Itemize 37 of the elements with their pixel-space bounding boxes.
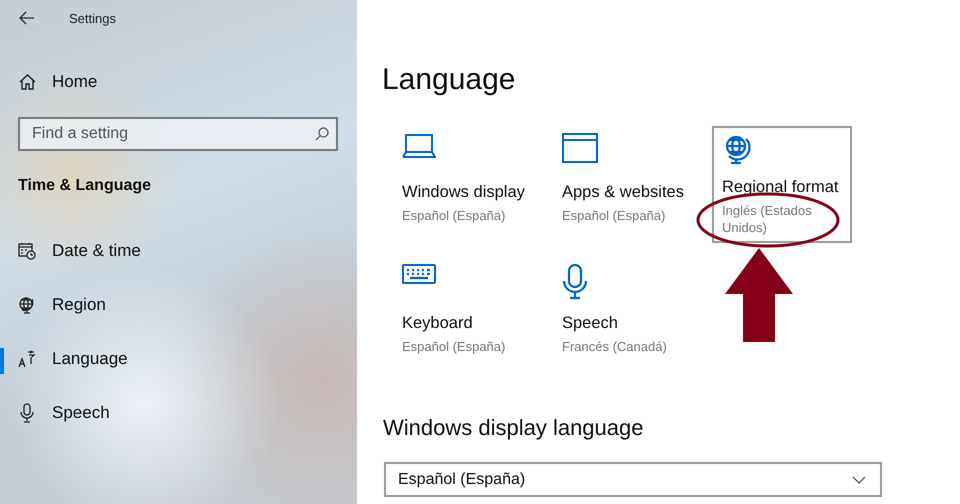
language-icon xyxy=(18,350,36,368)
settings-tile[interactable]: Speech Francés (Canadá) xyxy=(552,257,692,374)
home-link[interactable]: Home xyxy=(19,71,357,93)
tile-subtitle: Español (España) xyxy=(402,338,506,355)
tile-subtitle: Español (España) xyxy=(402,207,506,224)
microphone-icon xyxy=(20,403,34,423)
keyboard-icon xyxy=(402,264,436,284)
sidebar-item[interactable]: Language xyxy=(0,332,357,386)
home-icon xyxy=(19,74,36,90)
chevron-down-icon xyxy=(852,476,866,484)
section-heading: Windows display language xyxy=(383,415,644,441)
sidebar-item[interactable]: Date & time xyxy=(0,224,357,278)
search-icon[interactable] xyxy=(315,127,329,141)
search-field[interactable]: Find a setting xyxy=(18,117,338,151)
settings-tile[interactable]: Regional format Inglés (Estados Unidos) xyxy=(712,126,852,243)
window-title: Settings xyxy=(69,10,116,26)
back-icon[interactable] xyxy=(19,11,35,25)
tile-title: Speech xyxy=(562,314,619,333)
tile-subtitle: Francés (Canadá) xyxy=(562,338,668,355)
tile-title: Keyboard xyxy=(402,314,474,333)
section-title: Time & Language xyxy=(18,177,152,195)
sidebar-item[interactable]: Speech xyxy=(0,386,357,440)
laptop-icon xyxy=(402,133,436,159)
tile-subtitle: Inglés (Estados Unidos) xyxy=(722,202,813,236)
microphone-icon xyxy=(562,264,588,300)
page-title: Language xyxy=(382,62,516,98)
tile-subtitle: Español (España) xyxy=(562,207,666,224)
settings-tile[interactable]: Keyboard Español (España) xyxy=(392,257,532,374)
settings-tile[interactable]: Windows display Español (España) xyxy=(392,126,532,243)
settings-tile[interactable]: Apps & websites Español (España) xyxy=(552,126,692,243)
tile-title: Regional format xyxy=(722,178,840,197)
browser-window-icon xyxy=(562,133,598,163)
language-dropdown[interactable]: Español (España) xyxy=(384,462,882,497)
tile-title: Apps & websites xyxy=(562,183,682,202)
calendar-clock-icon xyxy=(18,242,36,260)
sidebar-item[interactable]: Region xyxy=(0,278,357,332)
globe-icon xyxy=(18,296,36,314)
